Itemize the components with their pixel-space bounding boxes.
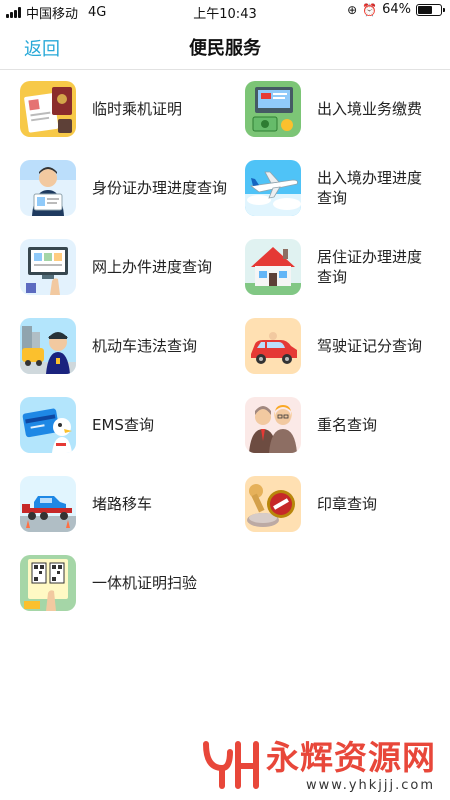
- service-vehicle-violation[interactable]: 机动车违法查询: [20, 318, 235, 374]
- online-case-icon: [20, 239, 76, 295]
- service-label: 驾驶证记分查询: [317, 337, 423, 355]
- alarm-icon: ⏰: [362, 2, 378, 17]
- exit-entry-payment-icon: [245, 81, 301, 137]
- navigation-bar: 返回 便民服务: [0, 24, 450, 70]
- service-label: 印章查询: [317, 495, 378, 513]
- battery-fill: [418, 5, 433, 14]
- service-residence-permit-progress[interactable]: 居住证办理进度查询: [245, 239, 440, 295]
- ems-card-icon: [20, 397, 76, 453]
- watermark: 永辉资源网 www.yhkjjj.com: [200, 738, 436, 793]
- service-label: 一体机证明扫验: [92, 574, 198, 592]
- traffic-police-icon: [20, 318, 76, 374]
- battery-percent: 64%: [382, 2, 411, 17]
- service-license-points[interactable]: 驾驶证记分查询: [245, 318, 440, 374]
- service-label: EMS查询: [92, 416, 154, 434]
- status-bar: 中国移动 4G 上午10:43 ⊕ ⏰ 64%: [0, 0, 450, 24]
- watermark-logo-icon: [203, 741, 259, 789]
- boarding-certificate-icon: [20, 81, 76, 137]
- people-icon: [245, 397, 301, 453]
- watermark-title: 永辉资源网: [266, 738, 436, 777]
- status-right: ⊕ ⏰ 64%: [347, 2, 445, 17]
- service-exit-entry-payment[interactable]: 出入境业务缴费: [245, 81, 440, 137]
- service-label: 堵路移车: [92, 495, 153, 513]
- service-duplicate-name[interactable]: 重名查询: [245, 397, 440, 453]
- service-ems-query[interactable]: EMS查询: [20, 397, 235, 453]
- service-label: 临时乘机证明: [92, 100, 183, 118]
- service-label: 身份证办理进度查询: [92, 179, 228, 197]
- orientation-lock-icon: ⊕: [347, 2, 358, 17]
- tow-truck-icon: [20, 476, 76, 532]
- id-card-progress-icon: [20, 160, 76, 216]
- service-online-case-progress[interactable]: 网上办件进度查询: [20, 239, 235, 295]
- service-id-card-progress[interactable]: 身份证办理进度查询: [20, 160, 235, 216]
- service-road-block-car[interactable]: 堵路移车: [20, 476, 235, 532]
- battery-icon: [416, 3, 445, 16]
- service-label: 重名查询: [317, 416, 378, 434]
- page-title: 便民服务: [189, 38, 261, 59]
- car-icon: [245, 318, 301, 374]
- qr-scan-icon: [20, 555, 76, 611]
- seal-stamp-icon: [245, 476, 301, 532]
- service-label: 出入境办理进度查询: [317, 169, 423, 207]
- service-kiosk-certificate-scan[interactable]: 一体机证明扫验: [20, 555, 235, 611]
- service-label: 网上办件进度查询: [92, 258, 213, 276]
- airplane-icon: [245, 160, 301, 216]
- house-icon: [245, 239, 301, 295]
- watermark-text: 永辉资源网 www.yhkjjj.com: [266, 738, 436, 793]
- service-exit-entry-progress[interactable]: 出入境办理进度查询: [245, 160, 440, 216]
- service-boarding-certificate[interactable]: 临时乘机证明: [20, 81, 235, 137]
- watermark-url: www.yhkjjj.com: [306, 778, 436, 793]
- service-label: 出入境业务缴费: [317, 100, 423, 118]
- service-label: 机动车违法查询: [92, 337, 198, 355]
- service-label: 居住证办理进度查询: [317, 248, 423, 286]
- service-seal-query[interactable]: 印章查询: [245, 476, 440, 532]
